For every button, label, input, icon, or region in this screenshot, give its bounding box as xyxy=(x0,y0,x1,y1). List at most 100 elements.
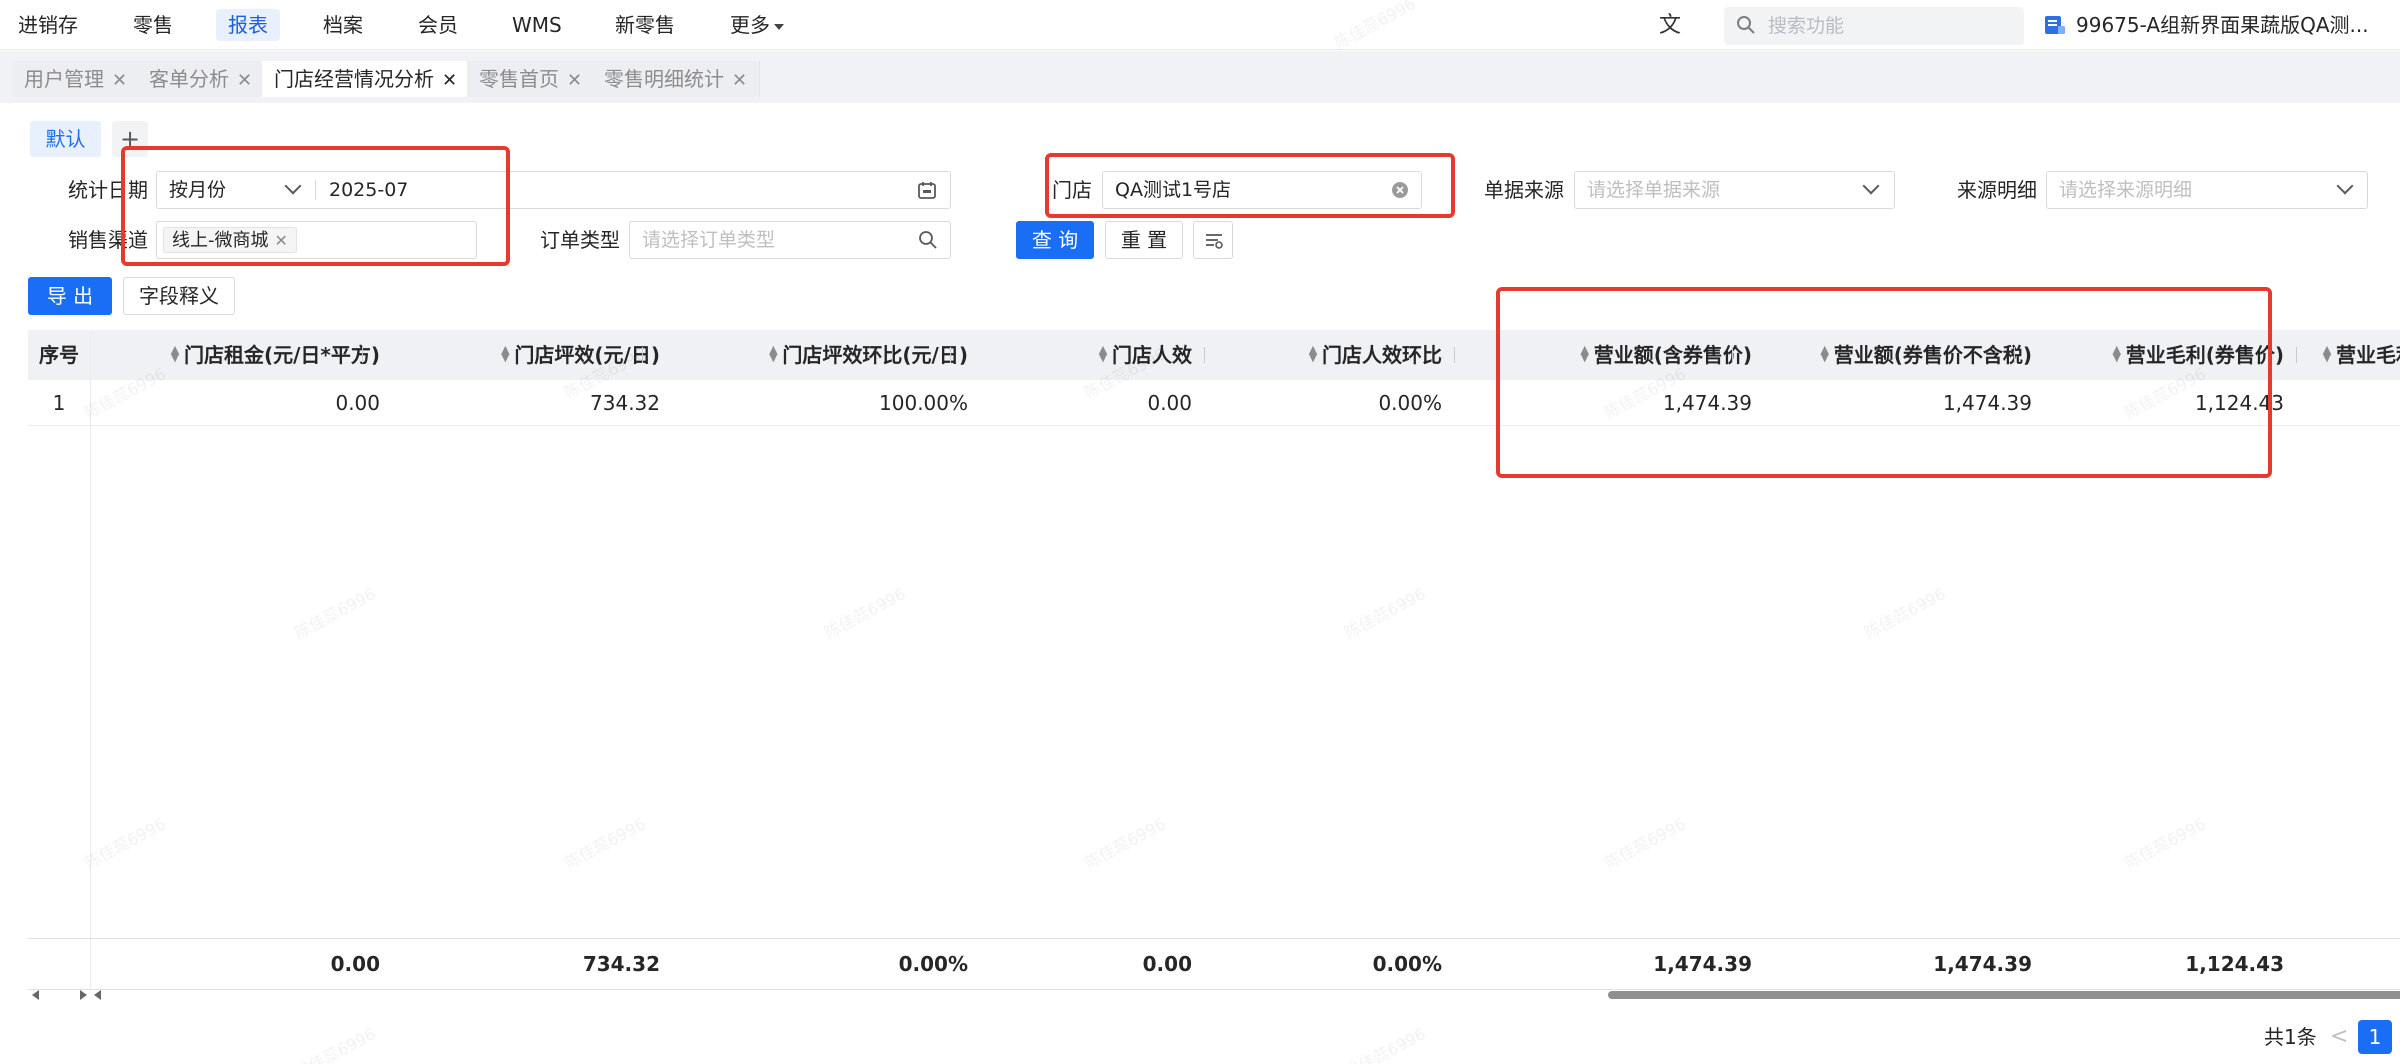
sort-icon[interactable]: ▲ ▼ xyxy=(2322,344,2332,363)
stat-month-input[interactable]: 2025-07 xyxy=(329,172,408,208)
clear-icon[interactable] xyxy=(1391,181,1409,199)
prev-page-icon[interactable]: < xyxy=(2330,1020,2348,1054)
table-row[interactable]: 1 0.00 734.32 100.00% 0.00 0.00% 1,474.3… xyxy=(28,380,2400,426)
source-detail-select[interactable]: 请选择来源明细 xyxy=(2046,171,2368,209)
total-floor-efficiency: 734.32 xyxy=(582,952,660,976)
col-revenue-with-coupon[interactable]: ▲ ▼ 营业额(含券售价) xyxy=(1498,330,1752,380)
feature-search-input[interactable]: 搜索功能 xyxy=(1724,7,2024,45)
calendar-icon[interactable] xyxy=(917,180,937,200)
page-tabs: 用户管理 ✕ 客单分析 ✕ 门店经营情况分析 ✕ 零售首页 ✕ 零售明细统计 ✕ xyxy=(0,51,2400,103)
current-store-selector[interactable]: 99675-A组新界面果蔬版QA测... xyxy=(2044,9,2369,41)
doc-source-select[interactable]: 请选择单据来源 xyxy=(1574,171,1895,209)
col-separator[interactable] xyxy=(362,347,363,363)
col-floor-efficiency[interactable]: ▲ ▼ 门店坪效(元/日) xyxy=(428,330,660,380)
close-icon[interactable]: ✕ xyxy=(567,70,582,91)
nav-more[interactable]: 更多 xyxy=(718,9,796,41)
col-separator[interactable] xyxy=(1732,347,1733,363)
tab-user-management[interactable]: 用户管理 ✕ xyxy=(12,61,141,97)
close-icon[interactable]: ✕ xyxy=(442,70,457,91)
channel-select[interactable]: 线上-微商城 ✕ xyxy=(156,221,477,259)
scroll-left-icon[interactable] xyxy=(32,990,39,1000)
store-field[interactable]: QA测试1号店 xyxy=(1102,171,1422,209)
sort-icon[interactable]: ▲ ▼ xyxy=(768,344,778,363)
nav-wms[interactable]: WMS xyxy=(500,9,574,41)
sort-icon[interactable]: ▲ ▼ xyxy=(1820,344,1830,363)
col-revenue-ex-tax[interactable]: ▲ ▼ 营业额(券售价不含税) xyxy=(1772,330,2032,380)
total-gross-profit-coupon: 1,124.43 xyxy=(2185,952,2284,976)
remove-tag-icon[interactable]: ✕ xyxy=(275,231,288,250)
doc-source-placeholder: 请选择单据来源 xyxy=(1587,179,1721,201)
store-label: 门店 xyxy=(1052,178,1092,202)
col-gross-profit-coupon[interactable]: ▲ ▼ 营业毛利(券售价) xyxy=(2058,330,2284,380)
cell-store-rent: 0.00 xyxy=(335,391,380,415)
store-value: QA测试1号店 xyxy=(1115,179,1232,201)
col-label: 营业额(含券售价) xyxy=(1593,343,1752,367)
nav-new-retail[interactable]: 新零售 xyxy=(603,9,687,41)
query-button[interactable]: 查 询 xyxy=(1016,221,1094,259)
col-label: 门店人效 xyxy=(1112,343,1192,367)
scheme-default[interactable]: 默认 xyxy=(30,121,101,157)
col-divider xyxy=(90,330,91,380)
search-icon[interactable] xyxy=(918,230,938,250)
watermark: 陈佳蕊6996 xyxy=(2121,814,2209,873)
stat-period-select[interactable]: 按月份 xyxy=(169,172,226,208)
tab-retail-detail-stats[interactable]: 零售明细统计 ✕ xyxy=(592,61,761,97)
translate-icon[interactable]: 文 xyxy=(1656,12,1684,40)
scroll-left-icon[interactable] xyxy=(94,990,101,1000)
row-seq: 1 xyxy=(52,391,66,415)
table-header: 序号 ▲ ▼ 门店租金(元/日*平方) ▲ ▼ 门店坪效(元/日) ▲ ▼ 门店坪效环比(元… xyxy=(28,330,2400,380)
reset-button[interactable]: 重 置 xyxy=(1105,221,1183,259)
close-icon[interactable]: ✕ xyxy=(237,70,252,91)
col-label: 营业毛利 xyxy=(2336,343,2400,367)
sort-icon[interactable]: ▲ ▼ xyxy=(1580,344,1590,363)
col-floor-efficiency-mom[interactable]: ▲ ▼ 门店坪效环比(元/日) xyxy=(688,330,968,380)
tab-label: 门店经营情况分析 xyxy=(274,67,434,91)
cell-floor-efficiency-mom: 100.00% xyxy=(879,391,968,415)
col-staff-efficiency-mom[interactable]: ▲ ▼ 门店人效环比 xyxy=(1248,330,1442,380)
sort-icon[interactable]: ▲ ▼ xyxy=(1098,344,1108,363)
export-button[interactable]: 导 出 xyxy=(28,277,112,315)
tab-label: 零售首页 xyxy=(479,67,559,91)
filter-settings-button[interactable] xyxy=(1193,221,1233,259)
tab-order-analysis[interactable]: 客单分析 ✕ xyxy=(137,61,266,97)
sort-icon[interactable]: ▲ ▼ xyxy=(500,344,510,363)
nav-member[interactable]: 会员 xyxy=(406,9,470,41)
channel-label: 销售渠道 xyxy=(68,228,148,252)
sort-icon[interactable]: ▲ ▼ xyxy=(2112,344,2122,363)
chevron-down-icon xyxy=(284,177,302,195)
col-separator[interactable] xyxy=(642,347,643,363)
page-1-button[interactable]: 1 xyxy=(2358,1020,2392,1054)
col-separator[interactable] xyxy=(1454,347,1455,363)
col-separator[interactable] xyxy=(2296,347,2297,363)
tab-store-operation-analysis[interactable]: 门店经营情况分析 ✕ xyxy=(262,61,471,97)
col-staff-efficiency[interactable]: ▲ ▼ 门店人效 xyxy=(988,330,1192,380)
col-separator[interactable] xyxy=(1204,347,1205,363)
horizontal-scrollbar[interactable] xyxy=(28,990,2400,1002)
col-divider xyxy=(90,380,91,426)
order-type-field[interactable]: 请选择订单类型 xyxy=(629,221,951,259)
total-staff-efficiency-mom: 0.00% xyxy=(1372,952,1442,976)
scrollbar-thumb[interactable] xyxy=(1608,991,2400,999)
close-icon[interactable]: ✕ xyxy=(732,70,747,91)
nav-archive[interactable]: 档案 xyxy=(311,9,375,41)
stat-date-field[interactable]: 按月份 2025-07 xyxy=(156,171,951,209)
scroll-right-icon[interactable] xyxy=(80,990,87,1000)
total-revenue-with-coupon: 1,474.39 xyxy=(1653,952,1752,976)
col-store-rent[interactable]: ▲ ▼ 门店租金(元/日*平方) xyxy=(138,330,380,380)
add-scheme-button[interactable]: + xyxy=(112,121,148,157)
close-icon[interactable]: ✕ xyxy=(112,70,127,91)
tab-label: 用户管理 xyxy=(24,67,104,91)
col-separator[interactable] xyxy=(950,347,951,363)
col-gross-profit-truncated[interactable]: ▲▼营业毛利 xyxy=(2322,330,2400,380)
sort-icon[interactable]: ▲ ▼ xyxy=(170,344,180,363)
nav-retail[interactable]: 零售 xyxy=(121,9,185,41)
nav-inventory[interactable]: 进销存 xyxy=(6,9,90,41)
field-doc-button[interactable]: 字段释义 xyxy=(123,277,235,315)
tab-retail-home[interactable]: 零售首页 ✕ xyxy=(467,61,596,97)
sort-icon[interactable]: ▲ ▼ xyxy=(1308,344,1318,363)
col-separator[interactable] xyxy=(2014,347,2015,363)
cell-staff-efficiency: 0.00 xyxy=(1147,391,1192,415)
store-doc-icon xyxy=(2045,16,2065,34)
col-label: 门店人效环比 xyxy=(1322,343,1442,367)
nav-reports[interactable]: 报表 xyxy=(216,9,280,41)
